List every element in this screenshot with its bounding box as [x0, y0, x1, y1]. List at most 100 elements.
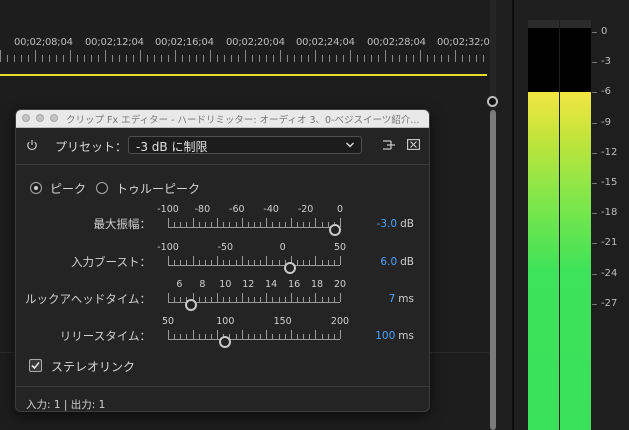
slider-tick [247, 297, 249, 302]
slider-tick [260, 222, 262, 227]
io-channel-label: 入力: 1 | 出力: 1 [26, 399, 106, 411]
stereo-link-checkbox[interactable] [29, 359, 42, 372]
preset-row: プリセット： -3 dB に制限 [16, 128, 429, 165]
meter-db-label: -12 [601, 146, 618, 158]
slider-thumb[interactable] [283, 262, 296, 274]
slider-tick [260, 334, 262, 339]
slider-tick [303, 222, 305, 227]
window-titlebar[interactable]: クリップ Fx エディター - ハードリミッター: オーディオ 3、0-べジスイ… [16, 110, 429, 128]
audio-meter: 0 -3 -6 -9 -12 -15 -18 -21 -24 -27 [514, 0, 629, 430]
slider-scale-label: 100 [216, 316, 235, 327]
slider-tick [327, 297, 329, 302]
slider-tick [198, 260, 200, 265]
slider-tick [247, 222, 249, 227]
slider-scale-label: 8 [199, 279, 206, 290]
slider-tick [333, 260, 335, 265]
slider-tick [186, 260, 188, 265]
slider-thumb[interactable] [184, 299, 197, 311]
slider-track[interactable] [168, 227, 340, 228]
slider-value-unit: ms [398, 330, 414, 342]
timeline-scroll-handle[interactable] [487, 96, 498, 107]
meter-db-label: -6 [601, 86, 611, 98]
minimize-window-button[interactable] [36, 114, 44, 122]
work-area-bar[interactable] [0, 74, 487, 76]
clip-fx-editor-window[interactable]: クリップ Fx エディター - ハードリミッター: オーディオ 3、0-べジスイ… [15, 109, 430, 412]
timecode-label: 00;02;16;04 [155, 37, 214, 48]
power-icon[interactable] [26, 139, 38, 151]
slider-tick [254, 222, 255, 227]
slider-track[interactable] [168, 265, 340, 266]
channel-mapping-icon[interactable] [382, 138, 396, 152]
meter-db-label: -9 [601, 116, 611, 128]
slider-tick [254, 297, 255, 302]
slider-thumb[interactable] [219, 336, 232, 348]
true-peak-radio[interactable] [96, 182, 108, 194]
slider-tick [241, 293, 243, 302]
slider-scale-label: -60 [229, 204, 245, 215]
preset-label: プリセット： [55, 140, 128, 154]
timecode-label: 00;02;24;04 [296, 37, 355, 48]
close-window-button[interactable] [22, 114, 30, 122]
slider-tick [260, 260, 262, 265]
slider-value[interactable]: 6.0 dB [380, 256, 414, 268]
slider-tick [192, 256, 194, 265]
slider-tick [309, 222, 311, 227]
slider-tick [168, 293, 169, 302]
slider-tick [174, 334, 176, 339]
meter-db-label: -15 [601, 177, 618, 188]
slider-tick [278, 222, 280, 227]
slider-tick [321, 222, 323, 227]
slider-tick [186, 334, 188, 339]
true-peak-radio-label: トゥルーピーク [116, 182, 201, 196]
slider-tick [229, 260, 231, 265]
slider-tick [290, 330, 292, 339]
slider-tick [340, 218, 341, 227]
slider-tick [297, 260, 298, 265]
preset-dropdown[interactable]: -3 dB に制限 [128, 136, 362, 154]
stereo-link-label: ステレオリンク [51, 360, 136, 374]
slider-value[interactable]: 100 ms [375, 330, 414, 342]
peak-radio[interactable] [30, 182, 42, 194]
slider-scale-label: 0 [279, 242, 286, 253]
meter-tick [592, 243, 597, 245]
slider-tick [297, 222, 298, 227]
slider-value-number[interactable]: -3.0 [377, 218, 398, 230]
meter-channel-right [560, 20, 591, 430]
slider-tick [198, 222, 200, 227]
meter-tick [592, 122, 597, 124]
slider-track[interactable] [168, 339, 340, 340]
slider-value-number[interactable]: 100 [375, 330, 395, 342]
slider-value-number[interactable]: 7 [389, 293, 396, 305]
timeline-scrollbar[interactable] [490, 110, 496, 430]
slider-value[interactable]: 7 ms [389, 293, 414, 305]
slider-tick [217, 330, 219, 339]
slider-thumb[interactable] [328, 224, 341, 236]
window-title: クリップ Fx エディター - ハードリミッター: オーディオ 3、0-べジスイ… [66, 115, 420, 126]
slider-scale-label: 50 [333, 242, 347, 253]
slider-scale-label: 16 [288, 279, 301, 290]
slider-tick [223, 297, 225, 302]
slider-tick [303, 297, 305, 302]
timecode-label: 00;02;20;04 [226, 37, 285, 48]
meter-tick [592, 152, 597, 154]
chevron-down-icon [346, 142, 354, 148]
slider-scale-label: -20 [297, 204, 314, 215]
slider-value-number[interactable]: 6.0 [380, 256, 397, 268]
slider-tick [229, 222, 231, 227]
slider-tick [168, 330, 169, 339]
slider-tick [309, 260, 311, 265]
slider-tick [278, 297, 280, 302]
slider-tick [340, 293, 341, 302]
slider-scale-label: 10 [219, 279, 232, 290]
slider-tick [217, 256, 219, 265]
zoom-window-button[interactable] [50, 114, 58, 122]
slider-value[interactable]: -3.0 dB [377, 218, 414, 230]
remove-effect-icon[interactable] [407, 139, 420, 150]
slider-tick [321, 260, 323, 265]
slider-tick [204, 334, 206, 339]
slider-scale-label: 50 [161, 316, 175, 327]
slider-tick [333, 297, 335, 302]
slider-tick [272, 334, 274, 339]
meter-peak-cap [560, 20, 591, 28]
slider-tick [327, 334, 329, 339]
